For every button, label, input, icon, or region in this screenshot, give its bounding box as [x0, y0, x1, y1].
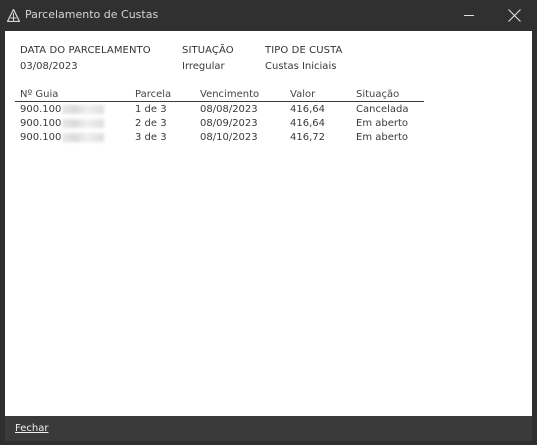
column-header-guia: Nº Guia	[20, 89, 59, 100]
parcela-cell: 3 de 3	[135, 132, 167, 143]
situacao-cell: Em aberto	[356, 118, 409, 129]
guia-cell: 900.100	[20, 132, 105, 143]
valor-cell: 416,64	[290, 104, 325, 115]
fechar-button[interactable]: Fechar	[15, 423, 48, 434]
vencimento-cell: 08/09/2023	[200, 118, 258, 129]
redacted-guia	[62, 118, 105, 128]
redacted-guia	[62, 104, 105, 114]
valor-cell: 416,64	[290, 118, 325, 129]
guia-cell: 900.100	[20, 118, 105, 129]
situacao-label: SITUAÇÃO	[182, 45, 234, 56]
tipo-custa-value: Custas Iniciais	[265, 61, 337, 72]
app-logo-icon	[7, 9, 20, 22]
situacao-cell: Em aberto	[356, 132, 409, 143]
valor-cell: 416,72	[290, 132, 325, 143]
column-header-vencimento: Vencimento	[200, 89, 260, 100]
table-row[interactable]: 900.100 1 de 3 08/08/2023 416,64 Cancela…	[5, 104, 532, 118]
minimize-icon	[464, 15, 474, 16]
redacted-guia	[62, 132, 105, 142]
guia-cell: 900.100	[20, 104, 105, 115]
parcela-cell: 2 de 3	[135, 118, 167, 129]
column-header-parcela: Parcela	[135, 89, 172, 100]
dialog-content: DATA DO PARCELAMENTO 03/08/2023 SITUAÇÃO…	[5, 31, 532, 416]
table-row[interactable]: 900.100 3 de 3 08/10/2023 416,72 Em aber…	[5, 132, 532, 146]
dialog-footer: Fechar	[5, 416, 532, 441]
table-row[interactable]: 900.100 2 de 3 08/09/2023 416,64 Em aber…	[5, 118, 532, 132]
column-header-situacao: Situação	[356, 89, 400, 100]
parcela-cell: 1 de 3	[135, 104, 167, 115]
situacao-cell: Cancelada	[356, 104, 409, 115]
close-window-button[interactable]	[491, 0, 537, 31]
vencimento-cell: 08/08/2023	[200, 104, 258, 115]
column-header-valor: Valor	[290, 89, 316, 100]
vencimento-cell: 08/10/2023	[200, 132, 258, 143]
minimize-button[interactable]	[445, 0, 491, 31]
title-bar: Parcelamento de Custas	[0, 0, 537, 31]
tipo-custa-label: TIPO DE CUSTA	[265, 45, 343, 56]
window-title: Parcelamento de Custas	[25, 8, 159, 21]
data-parcelamento-value: 03/08/2023	[20, 61, 78, 72]
close-icon	[508, 9, 521, 22]
data-parcelamento-label: DATA DO PARCELAMENTO	[20, 45, 151, 56]
table-header-divider	[15, 101, 424, 102]
situacao-value: Irregular	[182, 61, 225, 72]
